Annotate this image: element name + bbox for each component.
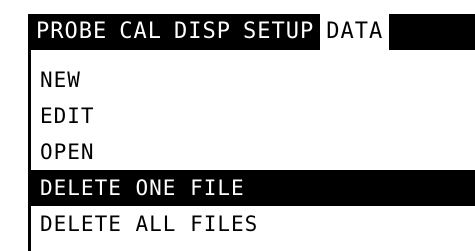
data-menu-list: NEW EDIT OPEN DELETE ONE FILE DELETE ALL…: [31, 62, 475, 242]
tab-probe[interactable]: PROBE: [31, 14, 113, 50]
menu-item-delete-one-file[interactable]: DELETE ONE FILE: [31, 170, 475, 206]
tab-data[interactable]: DATA: [320, 14, 390, 50]
tab-disp[interactable]: DISP: [168, 14, 237, 50]
menu-item-open[interactable]: OPEN: [31, 134, 475, 170]
tab-setup[interactable]: SETUP: [237, 14, 320, 50]
menu-item-new[interactable]: NEW: [31, 62, 475, 98]
tab-cal[interactable]: CAL: [113, 14, 168, 50]
menu-item-delete-all-files[interactable]: DELETE ALL FILES: [31, 206, 475, 242]
menu-bar: PROBE CAL DISP SETUP DATA: [31, 14, 475, 50]
device-screen: PROBE CAL DISP SETUP DATA NEW EDIT OPEN …: [28, 14, 475, 251]
menu-item-edit[interactable]: EDIT: [31, 98, 475, 134]
